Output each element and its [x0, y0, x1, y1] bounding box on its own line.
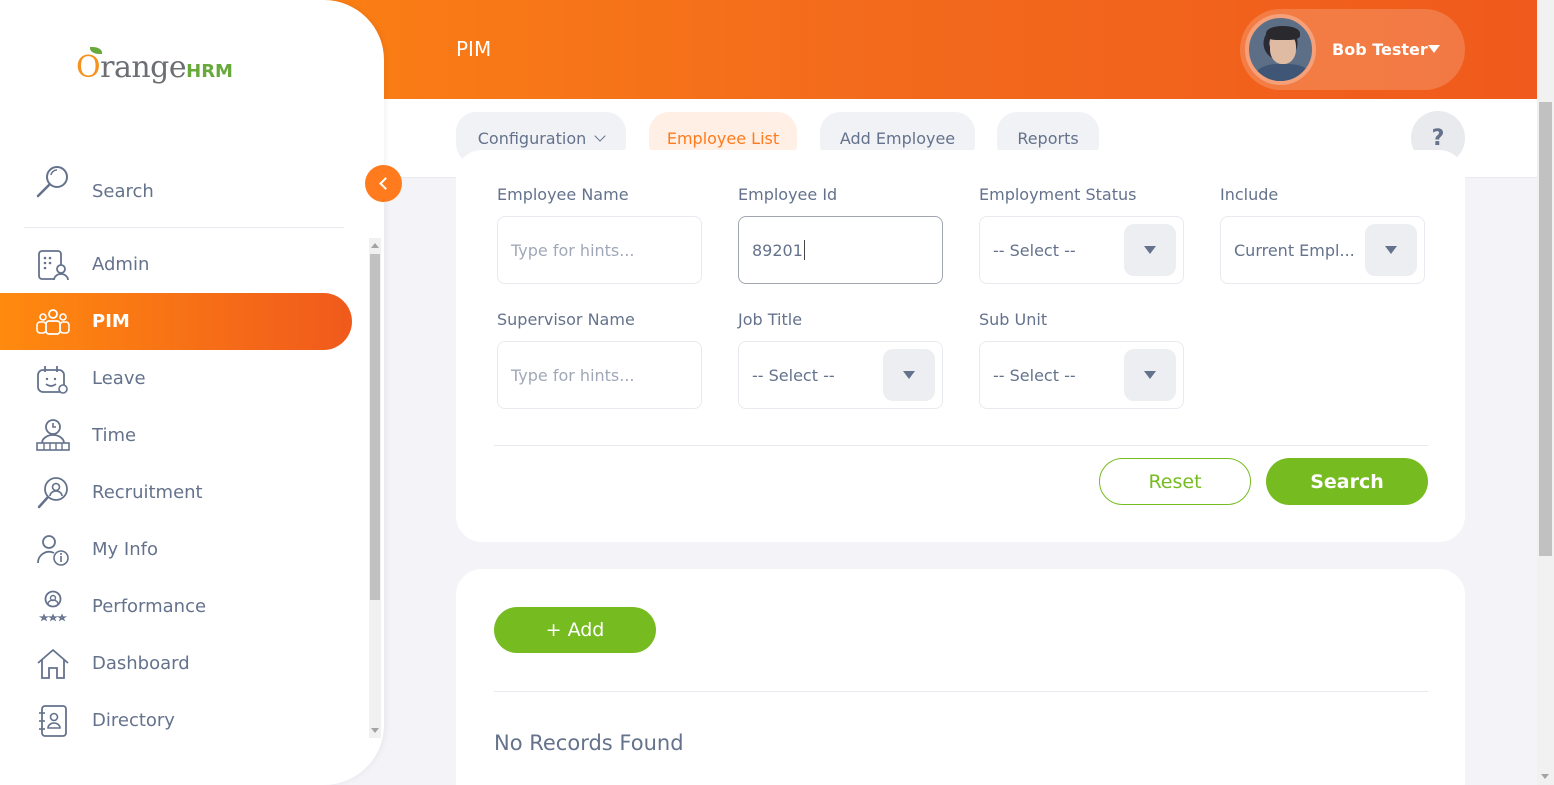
- directory-icon: [39, 705, 67, 737]
- tab-add-employee-label: Add Employee: [839, 128, 956, 148]
- sidebar-search[interactable]: Search: [36, 166, 336, 216]
- sidebar-item-performance[interactable]: Performance: [0, 578, 352, 635]
- sidebar-item-my-info[interactable]: My Info: [0, 521, 352, 578]
- performance-icon: [38, 590, 68, 622]
- avatar: [1245, 14, 1316, 85]
- employee-id-value: 89201: [752, 240, 803, 260]
- employee-results-card: + Add No Records Found: [456, 569, 1465, 785]
- sidebar-item-label: Directory: [92, 710, 175, 731]
- employee-name-label: Employee Name: [497, 185, 629, 204]
- sidebar-item-label: Recruitment: [92, 482, 203, 503]
- admin-icon: [38, 250, 69, 281]
- employee-name-input[interactable]: Type for hints...: [497, 216, 702, 284]
- include-select[interactable]: Current Empl...: [1220, 216, 1425, 284]
- page-title: PIM: [456, 37, 492, 61]
- sidebar-item-label: Time: [92, 425, 137, 446]
- dropdown-arrow-icon[interactable]: [1124, 224, 1176, 276]
- employee-name-placeholder: Type for hints...: [511, 240, 635, 260]
- dropdown-arrow-icon[interactable]: [1365, 224, 1417, 276]
- sidebar: OrangeHRM Search Admin PIM Leave Time Re…: [0, 0, 384, 785]
- empty-state-message: No Records Found: [494, 731, 684, 755]
- sidebar-item-time[interactable]: Time: [0, 407, 352, 464]
- time-icon: [36, 419, 70, 451]
- supervisor-name-placeholder: Type for hints...: [511, 365, 635, 385]
- employment-status-select[interactable]: -- Select --: [979, 216, 1184, 284]
- user-menu[interactable]: Bob Tester: [1240, 9, 1465, 90]
- caret-down-icon: [1428, 45, 1440, 53]
- job-title-select[interactable]: -- Select --: [738, 341, 943, 409]
- sidebar-item-dashboard[interactable]: Dashboard: [0, 635, 352, 692]
- sidebar-scrollbar[interactable]: [369, 238, 381, 738]
- leave-icon: [37, 366, 68, 394]
- sidebar-item-label: Admin: [92, 254, 150, 275]
- employment-status-value: -- Select --: [993, 240, 1076, 260]
- sidebar-item-pim[interactable]: PIM: [0, 293, 352, 350]
- job-title-label: Job Title: [738, 310, 803, 329]
- employee-id-label: Employee Id: [738, 185, 838, 204]
- scrollbar-thumb[interactable]: [1539, 102, 1552, 556]
- divider: [24, 227, 344, 228]
- tab-configuration-label: Configuration: [477, 128, 587, 148]
- sidebar-item-leave[interactable]: Leave: [0, 350, 352, 407]
- orangehrm-logo: OrangeHRM: [76, 47, 233, 85]
- my-info-icon: [37, 535, 69, 566]
- dropdown-arrow-icon[interactable]: [883, 349, 935, 401]
- sub-unit-select[interactable]: -- Select --: [979, 341, 1184, 409]
- sub-unit-label: Sub Unit: [979, 310, 1048, 329]
- chevron-left-icon: [379, 177, 392, 190]
- employment-status-label: Employment Status: [979, 185, 1137, 204]
- sub-unit-value: -- Select --: [993, 365, 1076, 385]
- page-scrollbar[interactable]: [1537, 0, 1554, 785]
- scroll-down-icon[interactable]: [1541, 774, 1549, 779]
- sidebar-item-label: Dashboard: [92, 653, 190, 674]
- add-employee-button[interactable]: + Add: [494, 607, 656, 653]
- dashboard-icon: [37, 649, 69, 679]
- divider: [494, 691, 1428, 692]
- user-name: Bob Tester: [1332, 40, 1428, 59]
- employee-id-input[interactable]: 89201: [738, 216, 943, 284]
- recruitment-icon: [37, 477, 68, 509]
- sidebar-item-label: PIM: [92, 311, 130, 332]
- sidebar-item-label: Leave: [92, 368, 146, 389]
- supervisor-name-label: Supervisor Name: [497, 310, 635, 329]
- sidebar-item-directory[interactable]: Directory: [0, 692, 352, 749]
- tab-employee-list-label: Employee List: [666, 128, 780, 148]
- pim-icon: [36, 309, 70, 335]
- sidebar-item-label: My Info: [92, 539, 158, 560]
- employee-filter-card: Employee Name Type for hints... Employee…: [456, 150, 1465, 542]
- include-value: Current Empl...: [1234, 240, 1355, 260]
- divider: [494, 445, 1428, 446]
- search-icon: [36, 166, 68, 198]
- text-cursor: [803, 240, 805, 260]
- supervisor-name-input[interactable]: Type for hints...: [497, 341, 702, 409]
- include-label: Include: [1220, 185, 1279, 204]
- sidebar-item-admin[interactable]: Admin: [0, 236, 352, 293]
- sidebar-search-label: Search: [92, 181, 154, 202]
- reset-button[interactable]: Reset: [1099, 458, 1251, 505]
- sidebar-item-recruitment[interactable]: Recruitment: [0, 464, 352, 521]
- dropdown-arrow-icon[interactable]: [1124, 349, 1176, 401]
- tab-reports-label: Reports: [1017, 128, 1079, 148]
- scroll-down-icon[interactable]: [371, 728, 379, 733]
- collapse-sidebar-button[interactable]: [365, 165, 402, 202]
- job-title-value: -- Select --: [752, 365, 835, 385]
- scrollbar-thumb[interactable]: [370, 254, 380, 600]
- scroll-up-icon[interactable]: [371, 243, 379, 248]
- chevron-down-icon: [594, 129, 606, 142]
- search-button[interactable]: Search: [1266, 458, 1428, 505]
- sidebar-item-label: Performance: [92, 596, 207, 617]
